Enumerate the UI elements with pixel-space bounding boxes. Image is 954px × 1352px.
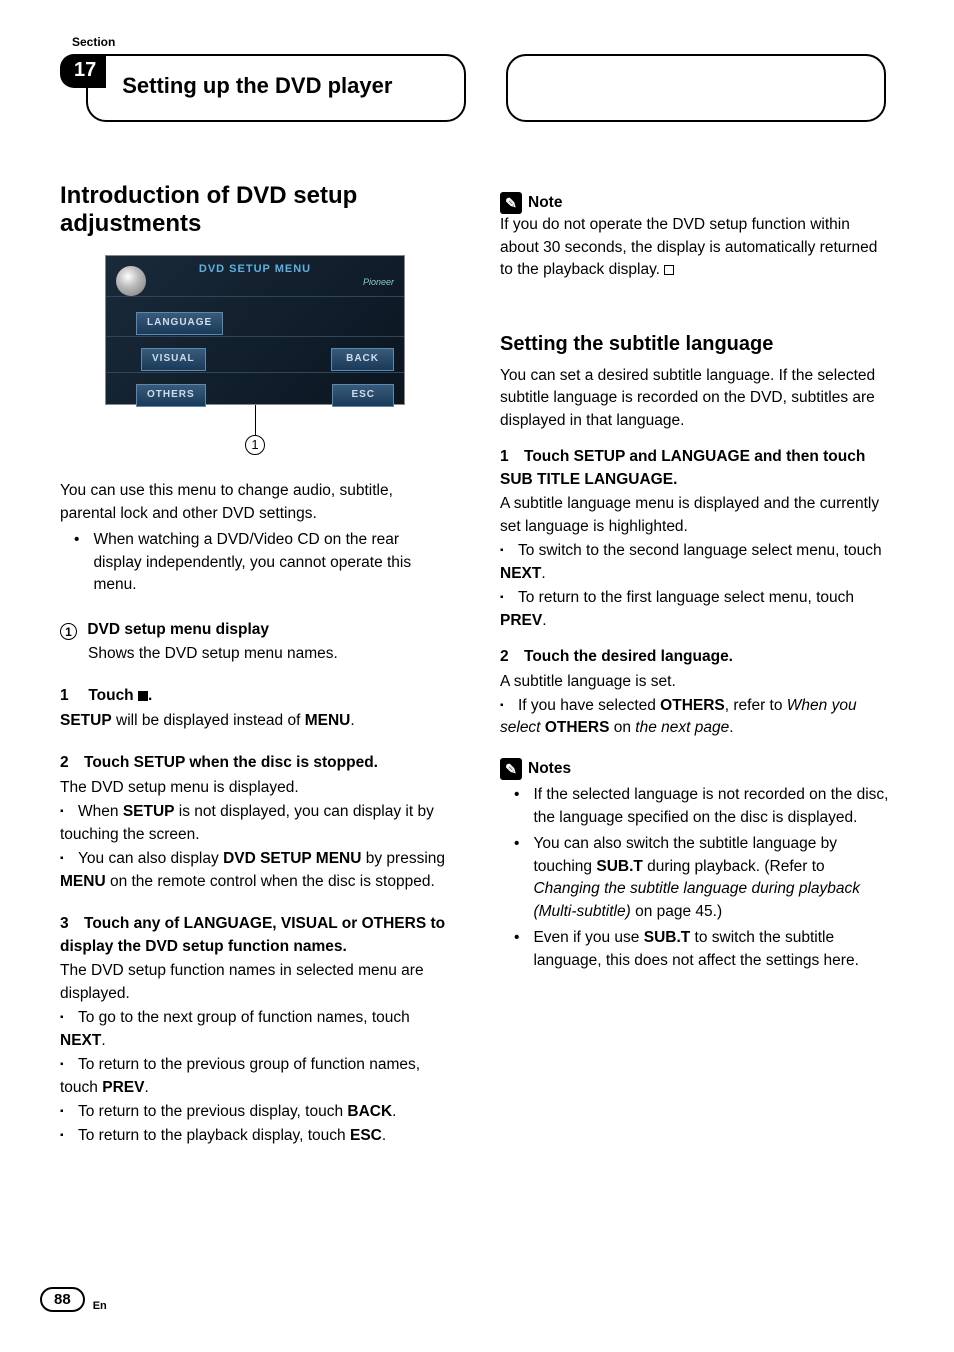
r-step1-number: 1: [500, 446, 524, 468]
stop-icon: [138, 691, 148, 701]
r-step2-head-text: Touch the desired language.: [524, 648, 733, 665]
screenshot-others-button: OTHERS: [136, 384, 206, 407]
notes-bullet3: • Even if you use SUB.T to switch the su…: [500, 927, 890, 972]
step3-note1: To go to the next group of function name…: [60, 1007, 450, 1052]
square-bullet-icon: [500, 587, 518, 609]
screenshot-visual-button: VISUAL: [141, 348, 206, 371]
step3-note4: To return to the playback display, touch…: [60, 1125, 450, 1147]
notes-b1-text: If the selected language is not recorded…: [533, 784, 890, 829]
square-bullet-icon: [60, 1101, 78, 1123]
end-square-icon: [664, 265, 674, 275]
step3-body: The DVD setup function names in selected…: [60, 960, 450, 1005]
notes-b2-text: You can also switch the subtitle languag…: [533, 833, 890, 923]
page-number: 88: [40, 1287, 85, 1312]
bullet-dot-icon: •: [514, 784, 519, 829]
notes-label: Notes: [528, 758, 571, 780]
step3-number: 3: [60, 913, 84, 935]
r-step1-note2: To return to the first language select m…: [500, 587, 890, 632]
empty-title-box: [506, 54, 886, 122]
two-column-content: Introduction of DVD setup adjustments DV…: [60, 182, 894, 1150]
screenshot-title: DVD SETUP MENU: [199, 262, 311, 278]
left-heading: Introduction of DVD setup adjustments: [60, 182, 450, 237]
notes-bullet2: • You can also switch the subtitle langu…: [500, 833, 890, 923]
screenshot-language-button: LANGUAGE: [136, 312, 223, 335]
r-step1-body: A subtitle language menu is displayed an…: [500, 493, 890, 538]
square-bullet-icon: [60, 1007, 78, 1029]
step1-mid: will be displayed instead of: [112, 712, 305, 729]
square-bullet-icon: [500, 540, 518, 562]
pencil-icon: ✎: [500, 758, 522, 780]
intro-bullet-row: • When watching a DVD/Video CD on the re…: [60, 529, 450, 596]
notes-bullet1: • If the selected language is not record…: [500, 784, 890, 829]
step3-note3: To return to the previous display, touch…: [60, 1101, 450, 1123]
square-bullet-icon: [60, 1054, 78, 1076]
step2-note2: You can also display DVD SETUP MENU by p…: [60, 848, 450, 893]
step1-head-a: Touch: [88, 687, 138, 704]
square-bullet-icon: [500, 695, 518, 717]
screenshot-esc-button: ESC: [332, 384, 394, 407]
section-label: Section: [72, 35, 894, 49]
r-step2-heading: 2Touch the desired language.: [500, 646, 890, 668]
pencil-icon: ✎: [500, 192, 522, 214]
language-code: En: [93, 1300, 107, 1312]
screenshot-back-button: BACK: [331, 348, 394, 371]
left-column: Introduction of DVD setup adjustments DV…: [60, 182, 450, 1150]
legend-row: 1 DVD setup menu display: [60, 619, 450, 641]
step1-menu: MENU: [305, 712, 351, 729]
notes-heading: ✎ Notes: [500, 758, 890, 780]
intro-paragraph: You can use this menu to change audio, s…: [60, 480, 450, 525]
r-step2-body: A subtitle language is set.: [500, 671, 890, 693]
callout-number: 1: [245, 435, 265, 455]
step2-number: 2: [60, 752, 84, 774]
legend-desc: Shows the DVD setup menu names.: [60, 643, 450, 665]
square-bullet-icon: [60, 1125, 78, 1147]
step1-body: SETUP will be displayed instead of MENU.: [60, 710, 450, 732]
r-step1-note1: To switch to the second language select …: [500, 540, 890, 585]
r-step2-note1: If you have selected OTHERS, refer to Wh…: [500, 695, 890, 740]
step3-note2: To return to the previous group of funct…: [60, 1054, 450, 1099]
legend-number-icon: 1: [60, 623, 77, 640]
legend-title: DVD setup menu display: [87, 621, 269, 638]
step1-setup: SETUP: [60, 712, 112, 729]
step2-body: The DVD setup menu is displayed.: [60, 777, 450, 799]
bullet-dot-icon: •: [514, 927, 519, 972]
screenshot-brand: Pioneer: [363, 276, 394, 289]
square-bullet-icon: [60, 801, 78, 823]
step1-head-b: .: [148, 687, 152, 704]
r-step1-head-text: Touch SETUP and LANGUAGE and then touch …: [500, 448, 865, 487]
note-heading: ✎ Note: [500, 192, 890, 214]
r-step1-heading: 1Touch SETUP and LANGUAGE and then touch…: [500, 446, 890, 491]
right-heading: Setting the subtitle language: [500, 330, 890, 359]
dvd-setup-screenshot: DVD SETUP MENU Pioneer LANGUAGE VISUAL O…: [105, 255, 405, 405]
bullet-dot-icon: •: [514, 833, 519, 923]
chapter-number-tab: 17: [60, 54, 106, 88]
notes-b3-text: Even if you use SUB.T to switch the subt…: [533, 927, 890, 972]
step1-number: 1: [60, 685, 84, 707]
right-intro: You can set a desired subtitle language.…: [500, 365, 890, 432]
step3-heading: 3Touch any of LANGUAGE, VISUAL or OTHERS…: [60, 913, 450, 958]
page-header: 17 Setting up the DVD player: [60, 54, 894, 122]
square-bullet-icon: [60, 848, 78, 870]
note-label: Note: [528, 192, 562, 214]
step2-head-text: Touch SETUP when the disc is stopped.: [84, 754, 378, 771]
disc-icon: [116, 266, 146, 296]
note-body: If you do not operate the DVD setup func…: [500, 214, 890, 281]
r-step2-number: 2: [500, 646, 524, 668]
chapter-title-box: Setting up the DVD player: [86, 54, 466, 122]
intro-bullet-text: When watching a DVD/Video CD on the rear…: [93, 529, 450, 596]
callout-line: [255, 405, 256, 435]
step1-heading: 1 Touch .: [60, 685, 450, 707]
right-column: ✎ Note If you do not operate the DVD set…: [500, 182, 890, 1150]
step2-heading: 2Touch SETUP when the disc is stopped.: [60, 752, 450, 774]
bullet-dot-icon: •: [74, 529, 79, 596]
step1-dot: .: [350, 712, 354, 729]
page-footer: 88 En: [40, 1287, 107, 1312]
step3-head-text: Touch any of LANGUAGE, VISUAL or OTHERS …: [60, 915, 445, 954]
chapter-title: Setting up the DVD player: [122, 73, 392, 98]
step2-note1: When SETUP is not displayed, you can dis…: [60, 801, 450, 846]
